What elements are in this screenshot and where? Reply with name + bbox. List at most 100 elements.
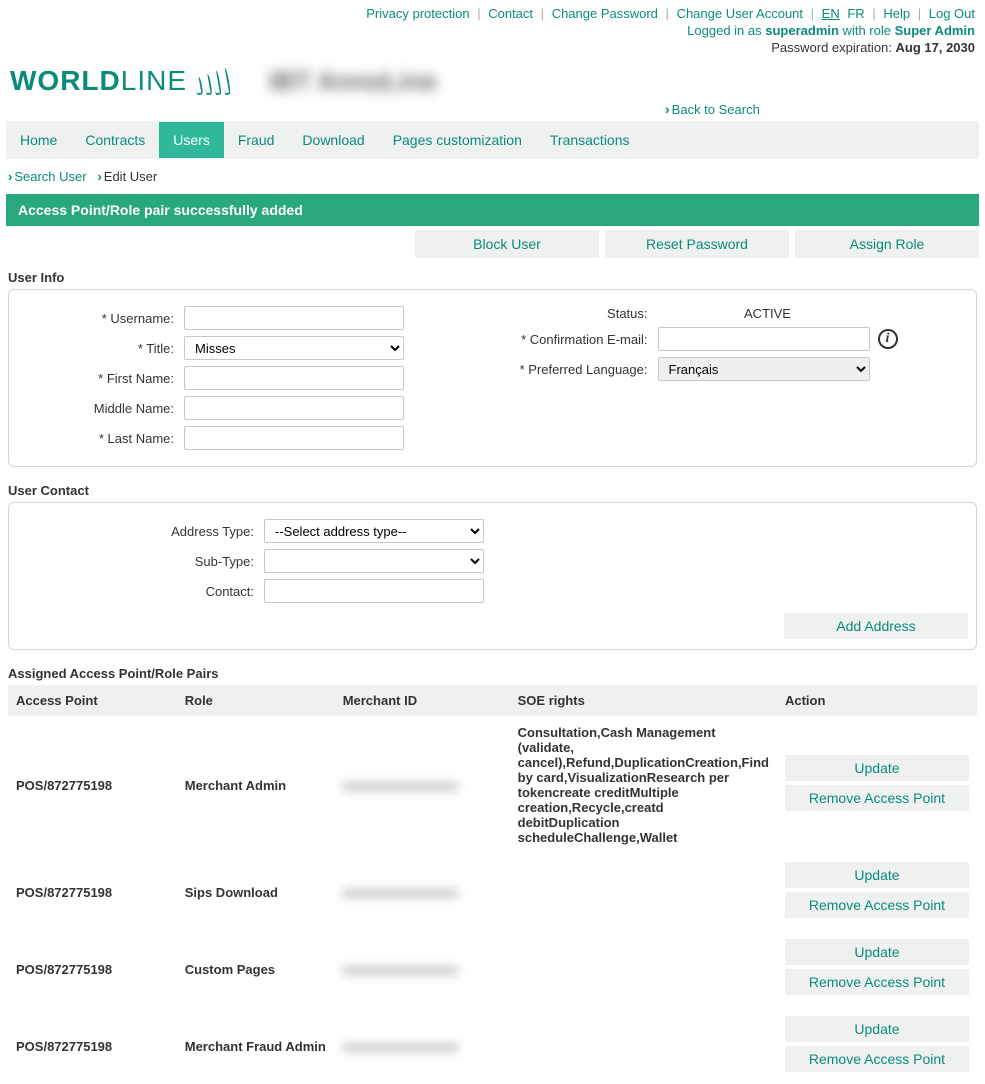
info-icon[interactable]: i — [878, 329, 898, 349]
first-name-label: * First Name: — [9, 371, 184, 386]
status-label: Status: — [493, 306, 658, 321]
section-assigned-title: Assigned Access Point/Role Pairs — [0, 658, 985, 685]
cell-role: Sips Download — [177, 854, 335, 931]
confirmation-email-label: * Confirmation E-mail: — [493, 332, 658, 347]
lang-en-link[interactable]: EN — [822, 6, 840, 21]
cell-role: Merchant Admin — [177, 717, 335, 854]
th-access-point: Access Point — [8, 685, 177, 717]
tab-contracts[interactable]: Contracts — [71, 122, 159, 158]
login-status-line: Logged in as superadmin with role Super … — [0, 23, 985, 40]
address-type-label: Address Type: — [9, 524, 264, 539]
cell-access-point: POS/872775198 — [8, 854, 177, 931]
cell-role: Merchant Fraud Admin — [177, 1008, 335, 1084]
section-user-contact-title: User Contact — [0, 475, 985, 502]
cell-access-point: POS/872775198 — [8, 931, 177, 1008]
cell-action: Update Remove Access Point — [777, 854, 977, 931]
section-user-info-title: User Info — [0, 262, 985, 289]
title-select[interactable]: Misses — [184, 336, 404, 360]
back-to-search-link[interactable]: Back to Search — [665, 102, 760, 117]
remove-access-point-button[interactable]: Remove Access Point — [785, 785, 969, 811]
help-link[interactable]: Help — [883, 6, 910, 21]
breadcrumb-search-user[interactable]: Search User — [14, 169, 86, 184]
table-row: POS/872775198Sips Downloadxxxxxxxxxxxxxx… — [8, 854, 977, 931]
change-user-account-link[interactable]: Change User Account — [677, 6, 803, 21]
logo-curves-icon — [195, 68, 229, 95]
update-button[interactable]: Update — [785, 755, 969, 781]
main-tabs: Home Contracts Users Fraud Download Page… — [6, 121, 979, 159]
cell-merchant-id: xxxxxxxxxxxxxxxx — [335, 717, 510, 854]
cell-merchant-id: xxxxxxxxxxxxxxxx — [335, 931, 510, 1008]
logged-in-username: superadmin — [765, 23, 839, 38]
remove-access-point-button[interactable]: Remove Access Point — [785, 969, 969, 995]
sub-type-label: Sub-Type: — [9, 554, 264, 569]
contact-link[interactable]: Contact — [488, 6, 533, 21]
cell-action: Update Remove Access Point — [777, 717, 977, 854]
th-soe-rights: SOE rights — [510, 685, 777, 717]
logged-in-role: Super Admin — [895, 23, 975, 38]
account-name-blurred: IBT AnnoLine — [269, 66, 437, 97]
user-contact-panel: Address Type: --Select address type-- Su… — [8, 502, 977, 650]
first-name-field[interactable] — [184, 366, 404, 390]
cell-access-point: POS/872775198 — [8, 1008, 177, 1084]
tab-users[interactable]: Users — [159, 122, 224, 158]
logout-link[interactable]: Log Out — [929, 6, 975, 21]
update-button[interactable]: Update — [785, 1016, 969, 1042]
preferred-language-label: * Preferred Language: — [493, 362, 658, 377]
remove-access-point-button[interactable]: Remove Access Point — [785, 1046, 969, 1072]
status-value: ACTIVE — [658, 306, 878, 321]
cell-soe-rights: Consultation,Cash Management (validate, … — [510, 717, 777, 854]
title-label: * Title: — [9, 341, 184, 356]
th-action: Action — [777, 685, 977, 717]
table-row: POS/872775198Merchant Fraud Adminxxxxxxx… — [8, 1008, 977, 1084]
add-address-button[interactable]: Add Address — [784, 613, 968, 639]
username-label: * Username: — [9, 311, 184, 326]
cell-soe-rights — [510, 931, 777, 1008]
table-row: POS/872775198Custom Pagesxxxxxxxxxxxxxxx… — [8, 931, 977, 1008]
header-row: WORLDLINE IBT AnnoLine — [0, 57, 985, 101]
middle-name-field[interactable] — [184, 396, 404, 420]
password-expiration-line: Password expiration: Aug 17, 2030 — [0, 40, 985, 57]
worldline-logo: WORLDLINE — [10, 65, 229, 97]
cell-access-point: POS/872775198 — [8, 717, 177, 854]
preferred-language-select[interactable]: Français — [658, 357, 870, 381]
tab-fraud[interactable]: Fraud — [224, 122, 289, 158]
last-name-field[interactable] — [184, 426, 404, 450]
cell-soe-rights — [510, 1008, 777, 1084]
breadcrumb: ›Search User ›Edit User — [0, 159, 985, 194]
cell-action: Update Remove Access Point — [777, 931, 977, 1008]
address-type-select[interactable]: --Select address type-- — [264, 519, 484, 543]
update-button[interactable]: Update — [785, 862, 969, 888]
change-password-link[interactable]: Change Password — [552, 6, 658, 21]
tab-download[interactable]: Download — [288, 122, 378, 158]
success-banner: Access Point/Role pair successfully adde… — [6, 194, 979, 226]
cell-merchant-id: xxxxxxxxxxxxxxxx — [335, 854, 510, 931]
th-role: Role — [177, 685, 335, 717]
contact-label: Contact: — [9, 584, 264, 599]
sub-type-select[interactable] — [264, 549, 484, 573]
last-name-label: * Last Name: — [9, 431, 184, 446]
tab-pages-customization[interactable]: Pages customization — [379, 122, 536, 158]
username-field[interactable] — [184, 306, 404, 330]
assign-role-button[interactable]: Assign Role — [795, 230, 979, 258]
confirmation-email-field[interactable] — [658, 327, 870, 351]
contact-field[interactable] — [264, 579, 484, 603]
top-links: Privacy protection | Contact | Change Pa… — [0, 0, 985, 23]
breadcrumb-edit-user: Edit User — [104, 169, 157, 184]
tab-home[interactable]: Home — [6, 122, 71, 158]
reset-password-button[interactable]: Reset Password — [605, 230, 789, 258]
user-info-panel: * Username: * Title: Misses * First Name… — [8, 289, 977, 467]
access-point-role-table: Access Point Role Merchant ID SOE rights… — [8, 685, 977, 1084]
th-merchant-id: Merchant ID — [335, 685, 510, 717]
privacy-link[interactable]: Privacy protection — [366, 6, 469, 21]
lang-fr-link[interactable]: FR — [847, 6, 864, 21]
cell-action: Update Remove Access Point — [777, 1008, 977, 1084]
cell-soe-rights — [510, 854, 777, 931]
cell-role: Custom Pages — [177, 931, 335, 1008]
tab-transactions[interactable]: Transactions — [536, 122, 644, 158]
remove-access-point-button[interactable]: Remove Access Point — [785, 892, 969, 918]
update-button[interactable]: Update — [785, 939, 969, 965]
middle-name-label: Middle Name: — [9, 401, 184, 416]
block-user-button[interactable]: Block User — [415, 230, 599, 258]
cell-merchant-id: xxxxxxxxxxxxxxxx — [335, 1008, 510, 1084]
table-row: POS/872775198Merchant Adminxxxxxxxxxxxxx… — [8, 717, 977, 854]
